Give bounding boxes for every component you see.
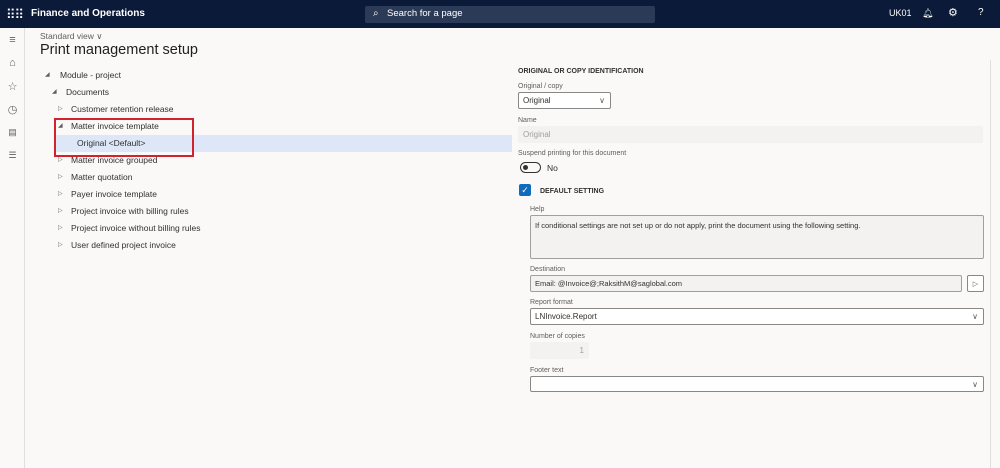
report-format-label: Report format — [530, 299, 573, 306]
help-text: If conditional settings are not set up o… — [530, 215, 984, 259]
tree-label: Documents — [66, 87, 109, 97]
field-value: Email: @Invoice@;RaksithM@saglobal.com — [535, 279, 683, 288]
suspend-value: No — [547, 163, 558, 173]
tree-label: User defined project invoice — [71, 240, 176, 250]
tree-node[interactable]: ▷ Payer invoice template — [58, 186, 157, 203]
tree-label: Matter quotation — [71, 172, 133, 182]
tree-node[interactable]: ▷ User defined project invoice — [58, 237, 176, 254]
field-value: 1 — [579, 346, 584, 355]
tree-node-documents[interactable]: ◢ Documents — [52, 84, 109, 101]
footer-label: Footer text — [530, 367, 564, 374]
tree-node[interactable]: ▷ Matter quotation — [58, 169, 133, 186]
original-copy-label: Original / copy — [518, 83, 563, 90]
tree-label: Module - project — [60, 70, 121, 80]
annotation-highlight-box — [54, 118, 194, 157]
name-field[interactable]: Original — [518, 126, 983, 143]
page-title: Print management setup — [40, 42, 198, 58]
notifications-icon[interactable]: 🔔︎ — [922, 8, 933, 19]
chevron-down-icon: ∨ — [599, 96, 605, 105]
search-box[interactable]: ⌕ Search for a page — [365, 6, 655, 23]
chevron-down-icon: ∨ — [972, 379, 978, 389]
section-header: ORIGINAL OR COPY IDENTIFICATION — [518, 68, 644, 75]
tree-node-module[interactable]: ◢ Module - project — [45, 67, 121, 84]
view-label: Standard view — [40, 31, 94, 41]
tree-node[interactable]: ▷ Project invoice without billing rules — [58, 220, 201, 237]
name-label: Name — [518, 117, 537, 124]
suspend-label: Suspend printing for this document — [518, 150, 627, 157]
search-icon: ⌕ — [373, 8, 379, 19]
destination-field[interactable]: Email: @Invoice@;RaksithM@saglobal.com — [530, 275, 962, 292]
menu-icon[interactable]: ≡ — [6, 34, 19, 46]
select-value: LNInvoice.Report — [535, 312, 597, 321]
field-value: Original — [523, 130, 551, 139]
default-setting-checkbox[interactable]: ✓ — [519, 184, 531, 196]
top-bar: ⠿⠿ Finance and Operations ⌕ Search for a … — [0, 0, 1000, 28]
home-icon[interactable]: ⌂ — [6, 57, 19, 69]
help-text-value: If conditional settings are not set up o… — [535, 221, 861, 230]
destination-label: Destination — [530, 266, 566, 273]
recent-icon[interactable]: ◷ — [6, 103, 19, 116]
chevron-down-icon: ∨ — [972, 312, 978, 321]
favorites-icon[interactable]: ☆ — [6, 80, 19, 93]
settings-icon[interactable]: ⚙ — [948, 6, 958, 19]
tree-node[interactable]: ▷ Customer retention release — [58, 101, 174, 118]
default-setting-label: DEFAULT SETTING — [540, 188, 605, 195]
modules-icon[interactable]: ☰ — [6, 150, 19, 161]
report-format-select[interactable]: LNInvoice.Report ∨ — [530, 308, 984, 325]
original-copy-select[interactable]: Original ∨ — [518, 92, 611, 109]
app-launcher-icon[interactable]: ⠿⠿ — [6, 7, 24, 23]
view-selector[interactable]: Standard view ∨ — [40, 31, 102, 42]
tree-label: Customer retention release — [71, 104, 174, 114]
search-placeholder: Search for a page — [387, 8, 463, 19]
tree-node[interactable]: ▷ Project invoice with billing rules — [58, 203, 189, 220]
help-icon[interactable]: ? — [978, 7, 984, 18]
help-label: Help — [530, 206, 545, 213]
tree-label: Project invoice without billing rules — [71, 223, 201, 233]
workspaces-icon[interactable]: ▤ — [6, 127, 19, 138]
play-icon: ▷ — [972, 280, 979, 288]
tree-label: Payer invoice template — [71, 189, 157, 199]
footer-text-select[interactable]: ∨ — [530, 376, 984, 392]
tree-label: Project invoice with billing rules — [71, 206, 189, 216]
destination-settings-button[interactable]: ▷ — [967, 275, 984, 292]
app-title: Finance and Operations — [31, 8, 145, 19]
copies-field[interactable]: 1 — [530, 342, 589, 359]
company-picker[interactable]: UK01 — [889, 8, 912, 18]
nav-rail: ≡ ⌂ ☆ ◷ ▤ ☰ — [0, 28, 25, 468]
select-value: Original — [523, 96, 551, 105]
suspend-toggle[interactable] — [520, 162, 541, 173]
copies-label: Number of copies — [530, 333, 585, 340]
scrollbar-track[interactable] — [990, 60, 991, 468]
